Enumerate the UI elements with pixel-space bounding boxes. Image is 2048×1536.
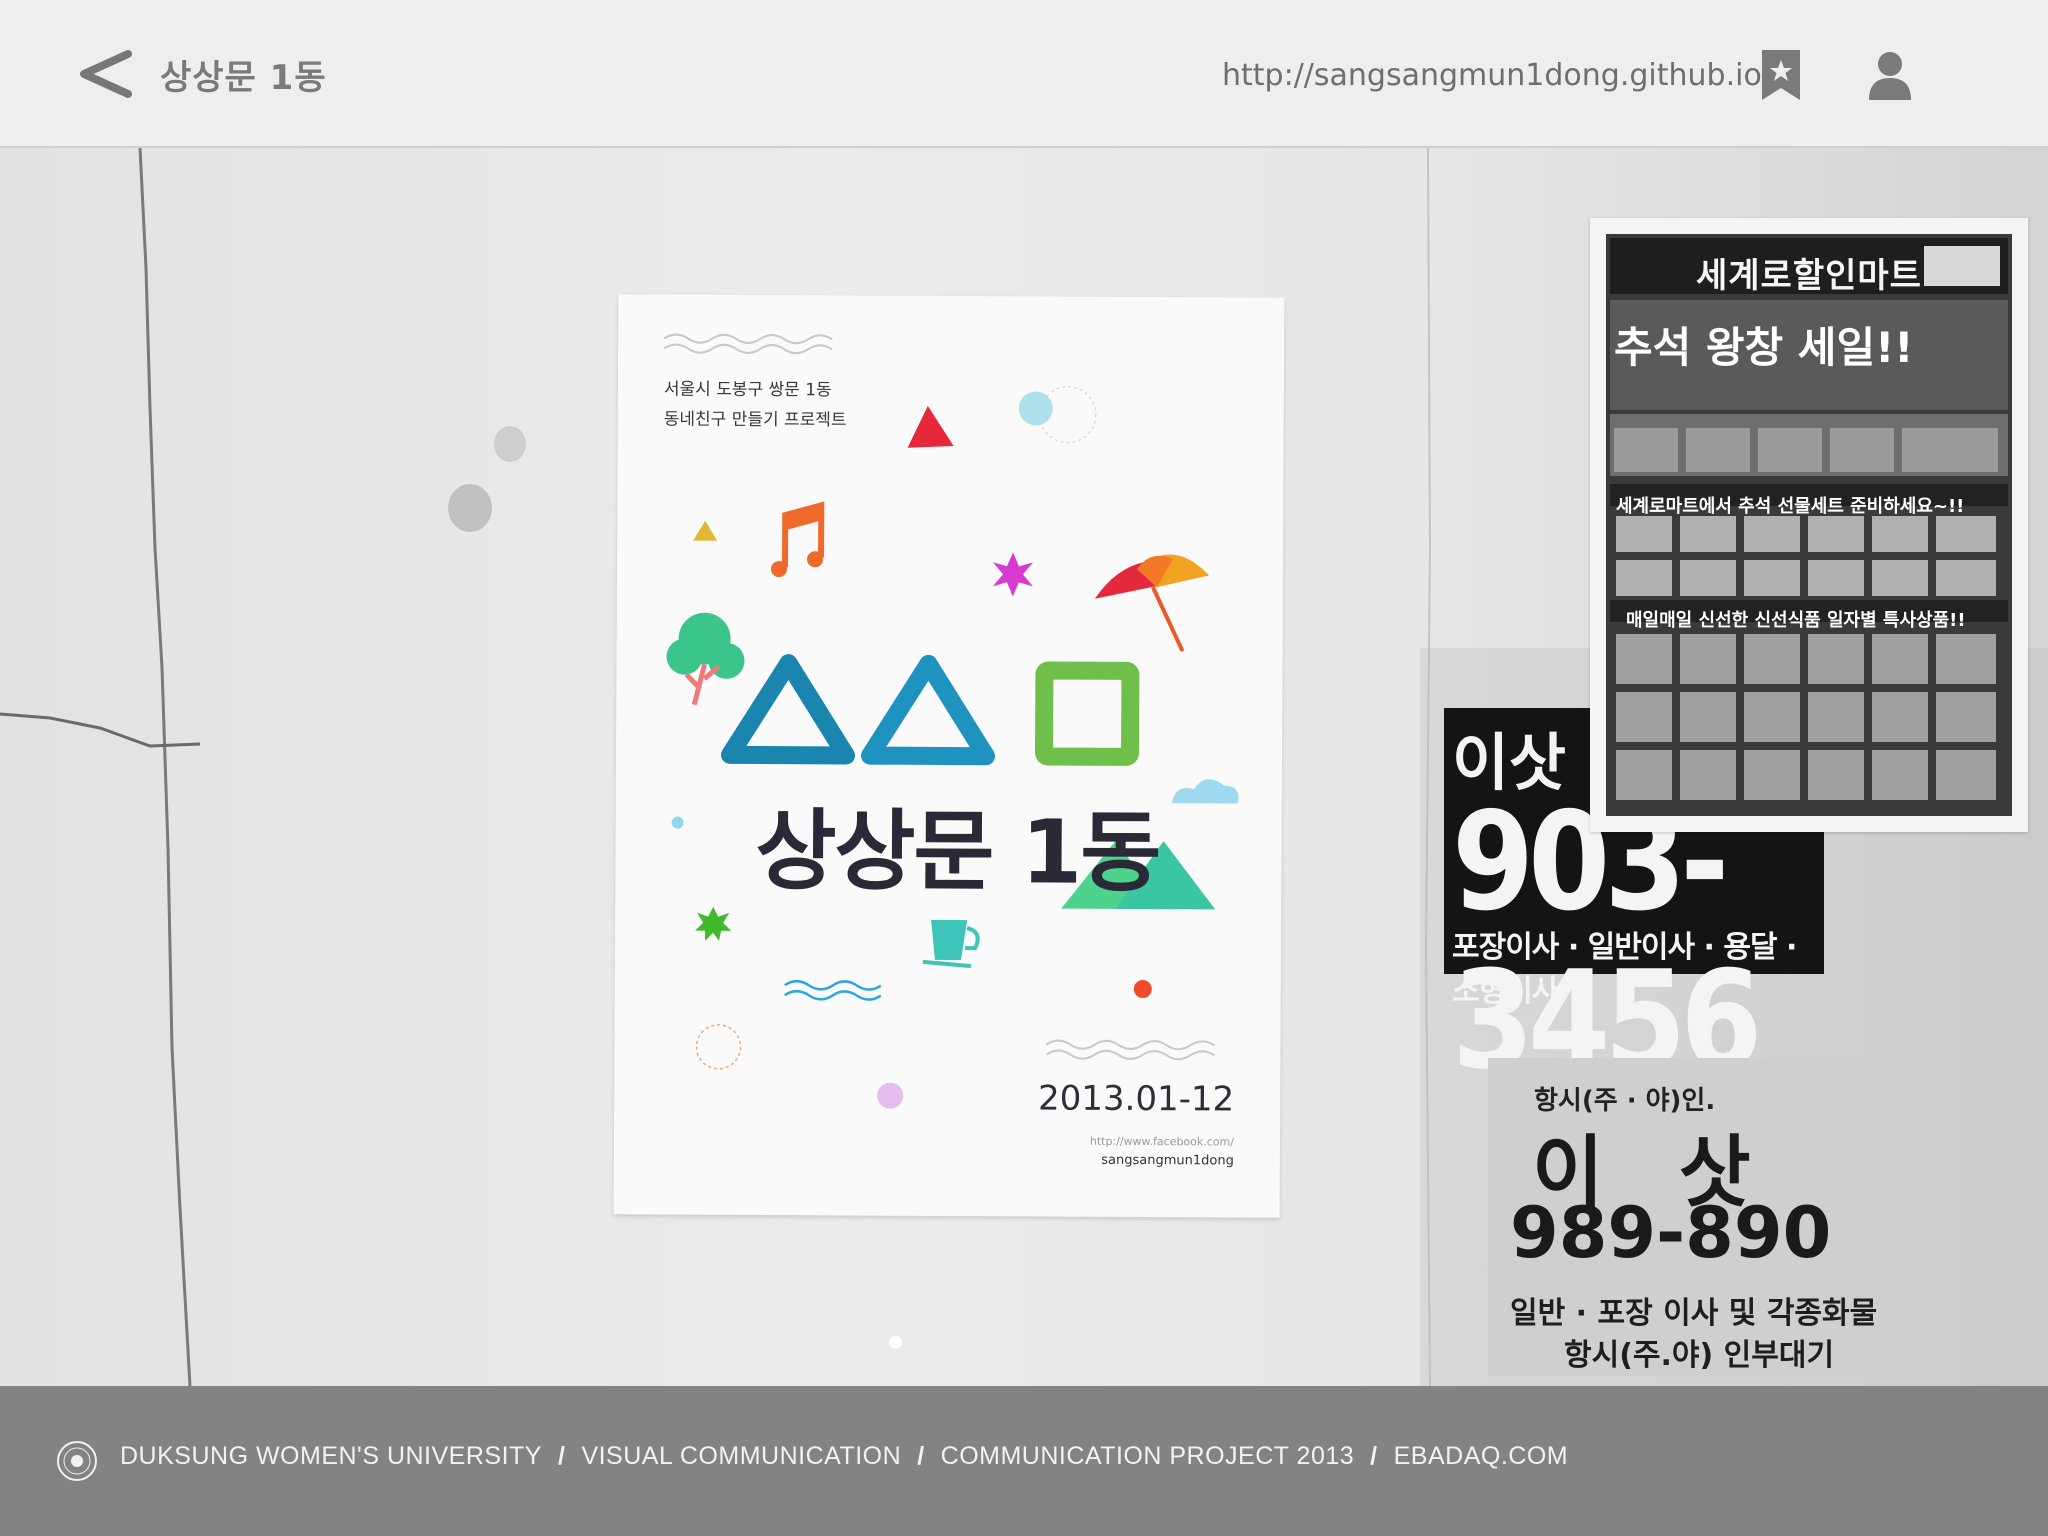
mart-flyer-sale-text: 추석 왕창 세일!! — [1614, 323, 1914, 372]
footer-separator: / — [557, 1442, 566, 1470]
project-poster: 서울시 도봉구 쌍문 1동 동네친구 만들기 프로젝트 상상문 1동 2013.… — [613, 294, 1285, 1218]
moving-ad-2-line1: 일반 · 포장 이사 및 각종화물 — [1510, 1296, 1878, 1331]
mart-flyer: 세계로할인마트 추석 왕창 세일!! 세계로마트에서 추석 선물세트 준비하세요… — [1590, 218, 2028, 832]
poster-address-line2: 동네친구 만들기 프로젝트 — [663, 409, 847, 431]
mart-flyer-store-name: 세계로할인마트 — [1696, 256, 1922, 296]
poster-address-line1: 서울시 도봉구 쌍문 1동 — [663, 379, 832, 401]
poster-url: http://www.facebook.com/ — [1089, 1134, 1235, 1149]
moving-ad-2-phone: 989-890 — [1510, 1192, 1832, 1274]
top-navigation-bar: 상상문 1동 http://sangsangmun1dong.github.io… — [0, 0, 2048, 148]
footer-link-university[interactable]: DUKSUNG WOMEN'S UNIVERSITY — [120, 1442, 542, 1471]
slide-indicator-dot[interactable] — [889, 1336, 902, 1349]
footer-link-department[interactable]: VISUAL COMMUNICATION — [581, 1442, 901, 1471]
mart-flyer-banner-fresh: 매일매일 신선한 신선식품 일자별 특사상품!! — [1626, 610, 1966, 631]
user-profile-button[interactable] — [1865, 48, 1915, 104]
site-url-link[interactable]: http://sangsangmun1dong.github.io/ — [1222, 58, 1772, 93]
poster-address: 서울시 도봉구 쌍문 1동 동네친구 만들기 프로젝트 — [664, 375, 847, 436]
footer-separator: / — [917, 1442, 925, 1470]
poster-date: 2013.01-12 — [1037, 1078, 1235, 1120]
user-icon — [1869, 52, 1911, 100]
poster-title: 상상문 1동 — [755, 798, 1160, 905]
chevron-left-icon — [80, 50, 132, 98]
back-button[interactable] — [70, 40, 140, 110]
footer-link-project[interactable]: COMMUNICATION PROJECT 2013 — [941, 1442, 1355, 1471]
footer-link-ebadaq[interactable]: EBADAQ.COM — [1394, 1442, 1568, 1471]
moving-ad-poster-2: 항시(주 · 야)인. 이 삿 989-890 일반 · 포장 이사 및 각종화… — [1488, 1058, 1960, 1376]
moving-ad-1-services: 포장이사 · 일반이사 · 용달 · 소형이사 — [1452, 930, 1797, 1009]
poster-handle: sangsangmun1dong — [1101, 1152, 1234, 1169]
bookmark-star-icon — [1762, 50, 1800, 100]
bookmark-button[interactable] — [1756, 48, 1806, 104]
mart-flyer-banner-gifts: 세계로마트에서 추석 선물세트 준비하세요~!! — [1616, 496, 1965, 517]
university-seal-icon[interactable] — [56, 1440, 98, 1482]
footer-bar: DUKSUNG WOMEN'S UNIVERSITY / VISUAL COMM… — [0, 1386, 2048, 1536]
page-title: 상상문 1동 — [160, 58, 327, 98]
footer-links: DUKSUNG WOMEN'S UNIVERSITY / VISUAL COMM… — [120, 1442, 1568, 1471]
footer-separator: / — [1370, 1442, 1378, 1470]
mart-flyer-body: 세계로할인마트 추석 왕창 세일!! 세계로마트에서 추석 선물세트 준비하세요… — [1606, 234, 2012, 816]
moving-ad-2-line2: 항시(주.야) 인부대기 — [1564, 1338, 1835, 1373]
